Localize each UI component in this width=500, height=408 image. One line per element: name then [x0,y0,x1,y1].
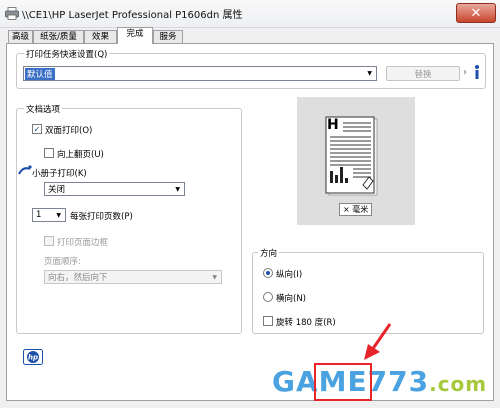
tab-finishing[interactable]: 完成 [117,27,153,44]
preview-heading: H [327,117,339,133]
red-arrow-annotation [364,323,392,360]
quick-sets-select[interactable]: 默认值 ▼ [23,66,377,81]
close-icon: ✕ [470,5,482,21]
landscape-radio[interactable] [263,292,273,302]
pages-per-sheet-value: 1 [36,210,42,220]
printer-icon [5,7,19,20]
orientation-label: 方向 [258,247,280,259]
landscape-label: 横向(N) [276,294,306,304]
pages-per-sheet-label: 每张打印页数(P) [70,212,133,222]
page-order-select[interactable]: 向右，然后向下 ▼ [44,270,222,284]
unit-badge[interactable]: × 毫米 [339,203,373,216]
close-button[interactable]: ✕ [456,3,496,23]
print-borders-label: 打印页面边框 [57,238,109,248]
chevron-down-icon: ▼ [56,212,61,219]
rotate-180-label: 旋转 180 度(R) [276,318,336,328]
tab-advanced[interactable]: 高级 [8,30,33,43]
tab-services[interactable]: 服务 [153,30,183,43]
chevron-down-icon: ▼ [367,70,372,77]
duplex-checkbox[interactable]: ✓ [32,124,42,134]
booklet-info-icon[interactable] [18,164,32,176]
print-borders-checkbox[interactable] [44,236,54,246]
hp-logo-icon: hp [23,349,43,365]
booklet-select[interactable]: 关闭 ▼ [44,182,185,196]
portrait-radio[interactable] [263,268,273,278]
watermark-logo: GAME773.com [272,365,487,398]
title-bar: \\CE1\HP LaserJet Professional P1606dn 属… [0,0,500,28]
booklet-label: 小册子打印(K) [32,169,87,179]
booklet-value: 关闭 [48,185,66,195]
quick-sets-label: 打印任务快速设置(Q) [24,48,110,60]
window-title: \\CE1\HP LaserJet Professional P1606dn 属… [22,10,243,21]
portrait-label: 纵向(I) [276,270,303,280]
svg-text:hp: hp [28,354,38,362]
duplex-label: 双面打印(O) [45,126,93,136]
quick-sets-value: 默认值 [25,67,55,80]
document-options-label: 文档选项 [24,103,63,115]
tab-paper-quality[interactable]: 纸张/质量 [33,30,84,43]
replace-button[interactable]: 替换 [386,66,460,81]
highlight-box [314,363,372,401]
flip-up-checkbox[interactable] [44,148,54,158]
page-preview: H × 毫米 [297,97,415,225]
separator-icon: › [463,67,467,78]
help-info-icon[interactable] [470,63,484,81]
flip-up-label: 向上翻页(U) [57,150,104,160]
chevron-down-icon: ▼ [175,186,180,193]
rotate-180-checkbox[interactable] [263,316,273,326]
page-order-label: 页面顺序: [44,257,81,267]
watermark-suffix: .com [429,372,488,396]
chevron-down-icon: ▼ [212,274,217,281]
pages-per-sheet-select[interactable]: 1 ▼ [32,208,66,222]
page-order-value: 向右，然后向下 [48,273,108,283]
tab-effects[interactable]: 效果 [84,30,117,43]
